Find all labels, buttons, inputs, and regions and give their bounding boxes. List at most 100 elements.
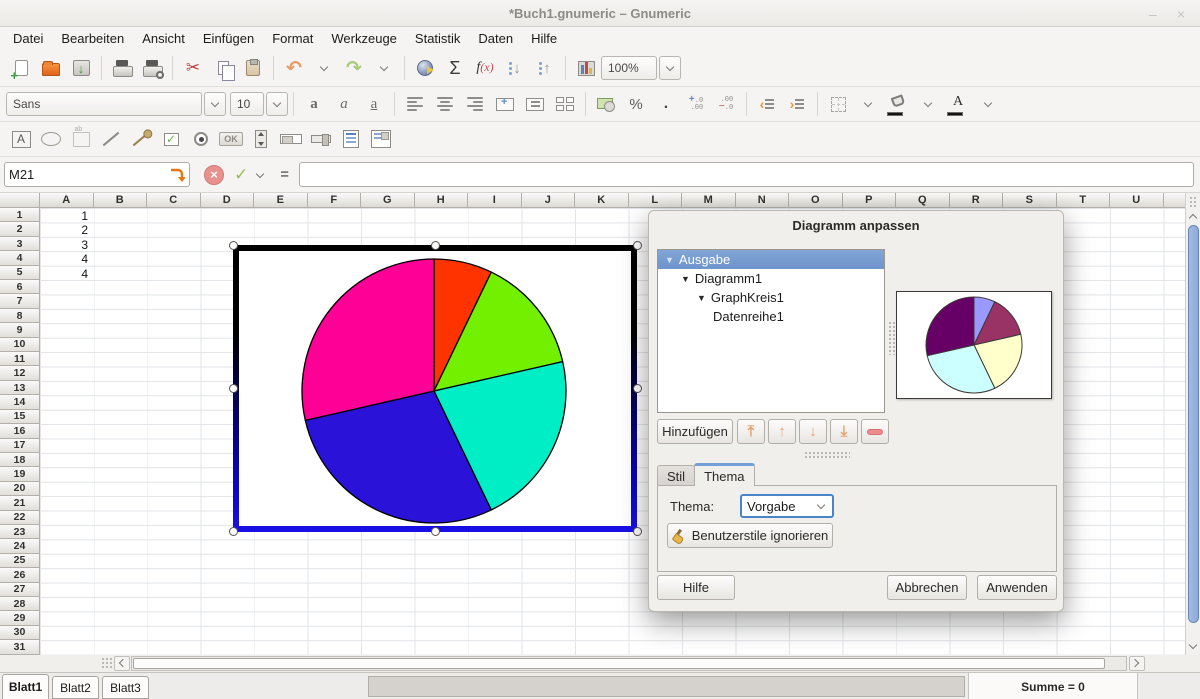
percent-format-button[interactable]: %	[622, 90, 650, 118]
font-name-combo[interactable]: Sans	[6, 92, 202, 116]
menu-daten[interactable]: Daten	[469, 28, 522, 49]
row-header-2[interactable]: 2	[0, 222, 40, 237]
pane-grip[interactable]	[101, 657, 112, 670]
cell-a3[interactable]: 3	[40, 238, 88, 252]
insert-chart-button[interactable]	[572, 54, 600, 82]
row-header-15[interactable]: 15	[0, 409, 40, 425]
move-up-button[interactable]: ↑	[768, 419, 796, 444]
selection-handle[interactable]	[633, 241, 642, 250]
font-size-dropdown-button[interactable]	[266, 92, 288, 116]
vertical-scrollbar[interactable]	[1185, 193, 1200, 655]
column-header-f[interactable]: F	[307, 193, 361, 208]
row-header-12[interactable]: 12	[0, 366, 40, 381]
move-top-button[interactable]: ⤒	[737, 419, 765, 444]
font-color-button[interactable]: A	[944, 90, 972, 118]
cell-a1[interactable]: 1	[40, 209, 88, 223]
add-button[interactable]: Hinzufügen	[657, 419, 733, 444]
row-header-17[interactable]: 17	[0, 438, 40, 453]
chart-object-tree[interactable]: ▼ Ausgabe ▼ Diagramm1 ▼ GraphKreis1 Datenreihe…	[657, 249, 885, 413]
pane-grip[interactable]	[888, 321, 895, 355]
insert-ellipse-button[interactable]	[37, 125, 65, 153]
theme-select[interactable]: Vorgabe	[740, 494, 834, 518]
move-bottom-button[interactable]: ⤓	[830, 419, 858, 444]
align-center-button[interactable]	[431, 90, 459, 118]
copy-button[interactable]	[209, 54, 237, 82]
menu-werkzeuge[interactable]: Werkzeuge	[322, 28, 406, 49]
sort-ascending-button[interactable]: ↑	[531, 54, 559, 82]
horizontal-scroll-thumb[interactable]	[133, 658, 1105, 669]
tree-expander-icon[interactable]: ▼	[665, 255, 674, 265]
column-header-i[interactable]: I	[468, 193, 522, 208]
scroll-right-button[interactable]	[1129, 656, 1145, 671]
fill-color-button[interactable]	[884, 90, 912, 118]
selection-handle[interactable]	[229, 384, 238, 393]
cell-a2[interactable]: 2	[40, 223, 88, 237]
row-header-29[interactable]: 29	[0, 611, 40, 626]
increase-decimals-button[interactable]: +.0.00	[682, 90, 710, 118]
menu-bearbeiten[interactable]: Bearbeiten	[52, 28, 133, 49]
pane-grip[interactable]	[804, 451, 850, 458]
insert-slider-button[interactable]	[307, 125, 335, 153]
tab-stil[interactable]: Stil	[657, 465, 696, 486]
row-header-13[interactable]: 13	[0, 380, 40, 396]
insert-label-button[interactable]: A	[7, 125, 35, 153]
print-preview-button[interactable]	[138, 54, 166, 82]
column-header-l[interactable]: L	[628, 193, 682, 208]
menu-format[interactable]: Format	[263, 28, 322, 49]
selection-handle[interactable]	[431, 241, 440, 250]
increase-indent-button[interactable]: ›	[783, 90, 811, 118]
row-header-19[interactable]: 19	[0, 467, 40, 482]
redo-dropdown-button[interactable]	[370, 54, 398, 82]
row-header-26[interactable]: 26	[0, 568, 40, 583]
insert-line-button[interactable]	[97, 125, 125, 153]
accept-dropdown-button[interactable]	[254, 169, 266, 181]
selection-handle[interactable]	[229, 527, 238, 536]
tree-item-graphkreis1[interactable]: ▼ GraphKreis1	[658, 288, 884, 307]
jump-to-cell-icon[interactable]	[169, 167, 185, 183]
row-header-4[interactable]: 4	[0, 251, 40, 266]
open-button[interactable]	[37, 54, 65, 82]
selection-handle[interactable]	[633, 527, 642, 536]
apply-button[interactable]: Anwenden	[977, 575, 1057, 600]
selection-handle[interactable]	[431, 527, 440, 536]
tree-item-diagramm1[interactable]: ▼ Diagramm1	[658, 269, 884, 288]
delete-button[interactable]	[861, 419, 889, 444]
column-header-p[interactable]: P	[842, 193, 896, 208]
ignore-user-styles-button[interactable]: Benutzerstile ignorieren	[667, 523, 833, 548]
row-header-9[interactable]: 9	[0, 323, 40, 338]
column-header-j[interactable]: J	[521, 193, 575, 208]
menu-datei[interactable]: Datei	[4, 28, 52, 49]
column-header-r[interactable]: R	[949, 193, 1003, 208]
center-across-button[interactable]	[521, 90, 549, 118]
row-header-5[interactable]: 5	[0, 265, 40, 281]
pie-slice-5[interactable]	[301, 258, 435, 422]
column-header-v[interactable]: V	[1163, 193, 1185, 208]
merge-cells-button[interactable]	[491, 90, 519, 118]
save-button[interactable]: ↓	[67, 54, 95, 82]
row-header-1[interactable]: 1	[0, 208, 40, 223]
paste-button[interactable]	[239, 54, 267, 82]
decrease-indent-button[interactable]: ‹	[753, 90, 781, 118]
undo-dropdown-button[interactable]	[310, 54, 338, 82]
column-header-o[interactable]: O	[789, 193, 843, 208]
cut-button[interactable]: ✂	[179, 54, 207, 82]
row-header-31[interactable]: 31	[0, 640, 40, 655]
column-header-t[interactable]: T	[1056, 193, 1110, 208]
column-header-e[interactable]: E	[254, 193, 308, 208]
column-header-u[interactable]: U	[1110, 193, 1164, 208]
column-header-c[interactable]: C	[147, 193, 201, 208]
row-header-7[interactable]: 7	[0, 294, 40, 309]
decrease-decimals-button[interactable]: .00 −.0	[712, 90, 740, 118]
column-header-a[interactable]: A	[40, 193, 94, 208]
function-button[interactable]: f(x)	[471, 54, 499, 82]
move-down-button[interactable]: ↓	[799, 419, 827, 444]
cell-a5[interactable]: 4	[40, 267, 88, 281]
align-right-button[interactable]	[461, 90, 489, 118]
accept-edit-button[interactable]: ✓	[234, 165, 248, 185]
row-header-23[interactable]: 23	[0, 524, 40, 540]
sheet-tab-blatt2[interactable]: Blatt2	[52, 676, 99, 699]
minimize-icon[interactable]: –	[1144, 6, 1162, 22]
tab-thema[interactable]: Thema	[694, 463, 755, 486]
split-cells-button[interactable]	[551, 90, 579, 118]
row-header-28[interactable]: 28	[0, 596, 40, 612]
